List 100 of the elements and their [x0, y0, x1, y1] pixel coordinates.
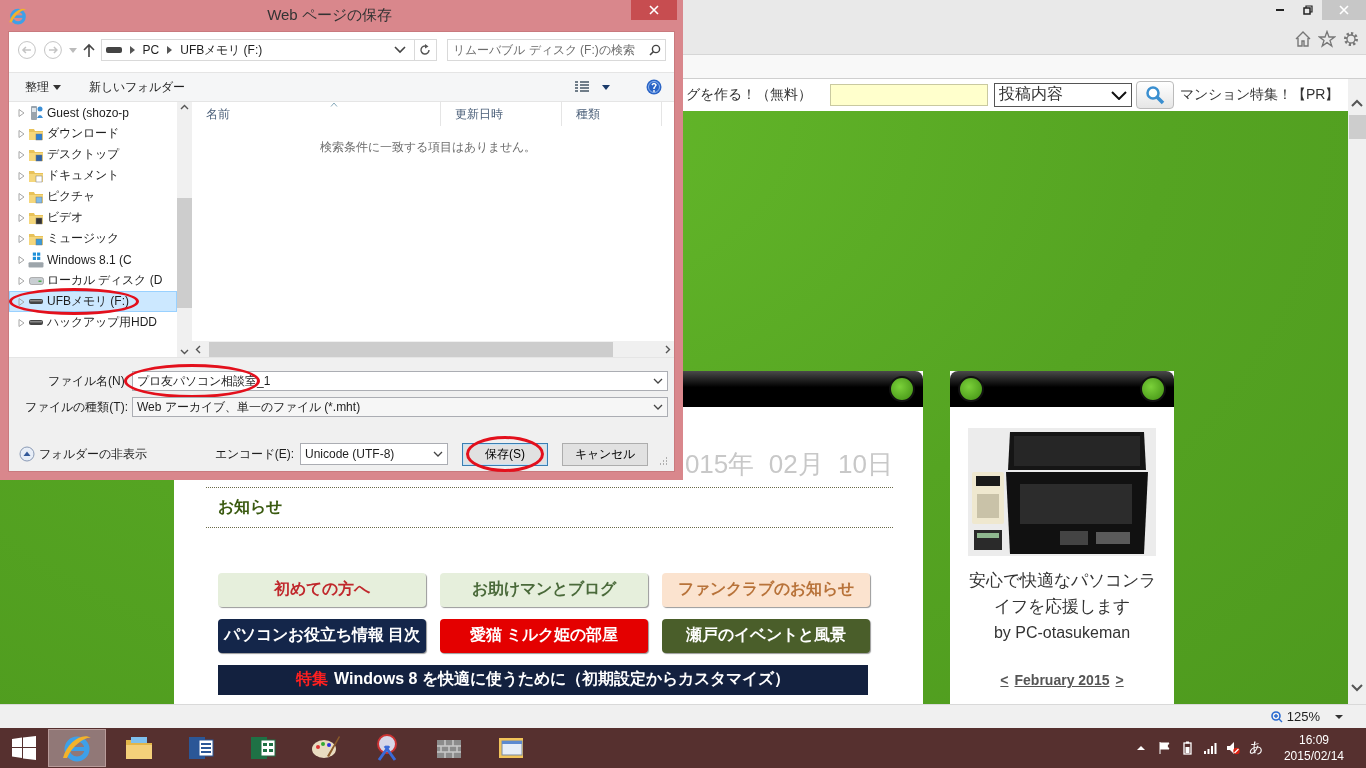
calendar-month-link[interactable]: February 2015: [1014, 671, 1110, 688]
refresh-icon: [419, 44, 432, 56]
up-arrow-icon[interactable]: [82, 43, 95, 57]
scroll-up-icon[interactable]: [1351, 98, 1363, 107]
organize-menu[interactable]: 整理: [25, 78, 61, 96]
ad-link[interactable]: マンション特集！【PR】: [1180, 85, 1340, 104]
separator-arrow-icon[interactable]: [129, 46, 135, 54]
star-icon[interactable]: [1318, 30, 1336, 48]
ime-indicator[interactable]: あ: [1248, 739, 1263, 758]
drive-icon: [29, 320, 43, 325]
scroll-up-icon[interactable]: [180, 104, 189, 110]
scroll-down-icon[interactable]: [180, 349, 189, 355]
user-icon: [28, 104, 44, 121]
previous-month-link[interactable]: <: [1000, 671, 1009, 688]
chevron-down-icon: [433, 451, 443, 457]
tree-item[interactable]: デスクトップ: [9, 144, 177, 165]
settings-icon[interactable]: [1342, 30, 1360, 48]
tree-item[interactable]: ビデオ: [9, 207, 177, 228]
scroll-right-icon[interactable]: [665, 344, 671, 354]
drive-icon: [28, 276, 44, 285]
scrollbar[interactable]: [192, 341, 674, 357]
tagline: 安心で快適なパソコンライフを応援します: [967, 569, 1157, 618]
search-icon: [1145, 84, 1165, 105]
breadcrumb-item[interactable]: PC: [142, 43, 160, 57]
feature-banner[interactable]: 特集 Windows 8 を快適に使うために（初期設定からカスタマイズ）: [218, 664, 868, 695]
zoom-level[interactable]: 125%: [1286, 709, 1320, 725]
scroll-down-icon[interactable]: [1351, 684, 1363, 693]
tree-item[interactable]: ダウンロード: [9, 123, 177, 144]
banner-link[interactable]: 瀬戸のイベントと風景: [662, 618, 870, 653]
resize-grip-icon[interactable]: [658, 456, 668, 466]
scrollbar[interactable]: [1348, 78, 1366, 705]
tree-item[interactable]: Guest (shozo-p: [9, 102, 177, 123]
tree-item[interactable]: ハックアップ用HDD: [9, 312, 177, 333]
tree-item[interactable]: ピクチャ: [9, 186, 177, 207]
sort-indicator-icon: [330, 102, 338, 107]
search-icon: [649, 44, 661, 56]
tree-item[interactable]: ドキュメント: [9, 165, 177, 186]
close-button[interactable]: [631, 0, 677, 20]
refresh-button[interactable]: [413, 39, 438, 61]
collapse-icon: [19, 446, 35, 462]
signal-icon[interactable]: [1202, 741, 1217, 756]
dialog-button[interactable]: キャンセル: [562, 442, 648, 466]
view-list-icon[interactable]: [574, 81, 590, 93]
close-icon: [649, 5, 659, 15]
window-title: Web ページの保存: [266, 6, 393, 25]
separator-arrow-icon[interactable]: [167, 46, 173, 54]
column-header[interactable]: 更新日時: [441, 102, 562, 126]
start-button[interactable]: [11, 735, 37, 762]
banner-link[interactable]: パソコンお役立ち情報 目次: [218, 618, 426, 653]
banner-link[interactable]: お助けマンとブログ: [440, 572, 648, 607]
scroll-thumb[interactable]: [209, 341, 613, 357]
home-icon[interactable]: [1294, 30, 1312, 48]
field-label: ファイルの種類(T):: [24, 398, 129, 416]
chevron-down-icon[interactable]: [653, 378, 663, 384]
scroll-thumb[interactable]: [1348, 114, 1366, 139]
caret-icon[interactable]: [602, 84, 610, 90]
clock[interactable]: 16:09 2015/02/14: [1283, 732, 1344, 765]
tree-item[interactable]: Windows 8.1 (C: [9, 249, 177, 270]
encoding-dropdown[interactable]: Unicode (UTF-8): [300, 443, 448, 465]
search-field[interactable]: [830, 83, 988, 106]
caret-icon[interactable]: [1334, 713, 1344, 720]
scroll-thumb[interactable]: [177, 198, 192, 308]
hide-folders-toggle[interactable]: フォルダーの非表示: [9, 445, 147, 463]
taskbar-app[interactable]: [48, 729, 106, 768]
drive-icon: [28, 251, 44, 268]
empty-message: 検索条件に一致する項目はありません。: [319, 139, 537, 156]
tree-item[interactable]: UFBメモリ (F:): [9, 291, 177, 312]
minimize-icon: [1276, 9, 1284, 11]
scroll-left-icon[interactable]: [195, 344, 201, 354]
tree-item[interactable]: ミュージック: [9, 228, 177, 249]
muted-speaker-icon[interactable]: [1225, 741, 1240, 756]
category-dropdown[interactable]: 投稿内容: [994, 82, 1132, 107]
column-header[interactable]: 種類: [562, 102, 662, 126]
promo-link[interactable]: グを作る！（無料）: [686, 85, 812, 104]
drive-icon: [29, 299, 43, 304]
dialog-button[interactable]: 保存(S): [462, 442, 548, 466]
drive-icon: [105, 47, 122, 53]
banner-link[interactable]: 初めての方へ: [218, 572, 426, 607]
flag-icon[interactable]: [1156, 741, 1171, 756]
section-heading: お知らせ: [206, 487, 893, 528]
next-month-link[interactable]: >: [1115, 671, 1124, 688]
breadcrumb-item[interactable]: UFBメモリ (F:): [180, 41, 263, 59]
chevron-down-icon[interactable]: [393, 46, 406, 54]
search-button[interactable]: [1136, 80, 1174, 109]
banner-link[interactable]: 愛猫 ミルク姫の部屋: [440, 618, 648, 653]
close-icon: [1339, 5, 1349, 15]
address-bar[interactable]: PC UFBメモリ (F:): [100, 39, 415, 61]
scrollbar[interactable]: [177, 102, 192, 357]
new-folder-button[interactable]: 新しいフォルダー: [89, 78, 185, 96]
search-field[interactable]: リムーバブル ディスク (F:)の検索: [447, 39, 666, 61]
restore-icon: [1303, 5, 1313, 15]
author-credit: by PC-otasukeman: [993, 623, 1131, 642]
feature-tag: 特集: [296, 669, 329, 691]
tree-item[interactable]: ローカル ディスク (D: [9, 270, 177, 291]
chevron-down-icon: [1111, 89, 1127, 100]
help-icon[interactable]: [646, 79, 662, 95]
column-header[interactable]: 名前: [192, 102, 441, 126]
feature-title: Windows 8 を快適に使うために（初期設定からカスタマイズ）: [334, 669, 790, 690]
caret-icon: [53, 84, 61, 90]
filetype-dropdown[interactable]: Web アーカイブ、単一のファイル (*.mht): [132, 397, 668, 417]
